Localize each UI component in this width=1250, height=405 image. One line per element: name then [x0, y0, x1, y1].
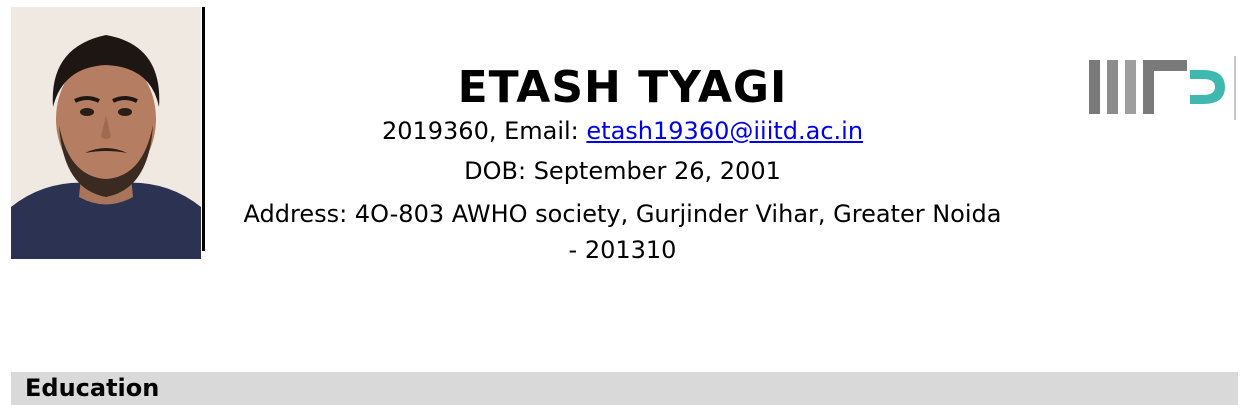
- photo-divider: [202, 7, 205, 251]
- address-line-2: - 201310: [568, 236, 677, 264]
- profile-photo-drawing: [11, 7, 201, 259]
- dob-line: DOB: September 26, 2001: [464, 157, 781, 185]
- section-title: Education: [25, 374, 160, 402]
- id-email-line: 2019360, Email: etash19360@iiitd.ac.in: [210, 115, 1035, 147]
- education-section-header: Education: [11, 372, 1238, 405]
- iiitd-logo: [1085, 52, 1240, 124]
- address-line-1: Address: 4O-803 AWHO society, Gurjinder …: [243, 200, 1002, 228]
- candidate-name: ETASH TYAGI: [457, 62, 788, 113]
- email-link[interactable]: etash19360@iiitd.ac.in: [586, 117, 863, 145]
- profile-photo: [11, 7, 201, 259]
- iiitd-logo-icon: [1089, 56, 1236, 120]
- roll-number-label: 2019360, Email:: [381, 117, 587, 145]
- address-block: Address: 4O-803 AWHO society, Gurjinder …: [210, 196, 1035, 268]
